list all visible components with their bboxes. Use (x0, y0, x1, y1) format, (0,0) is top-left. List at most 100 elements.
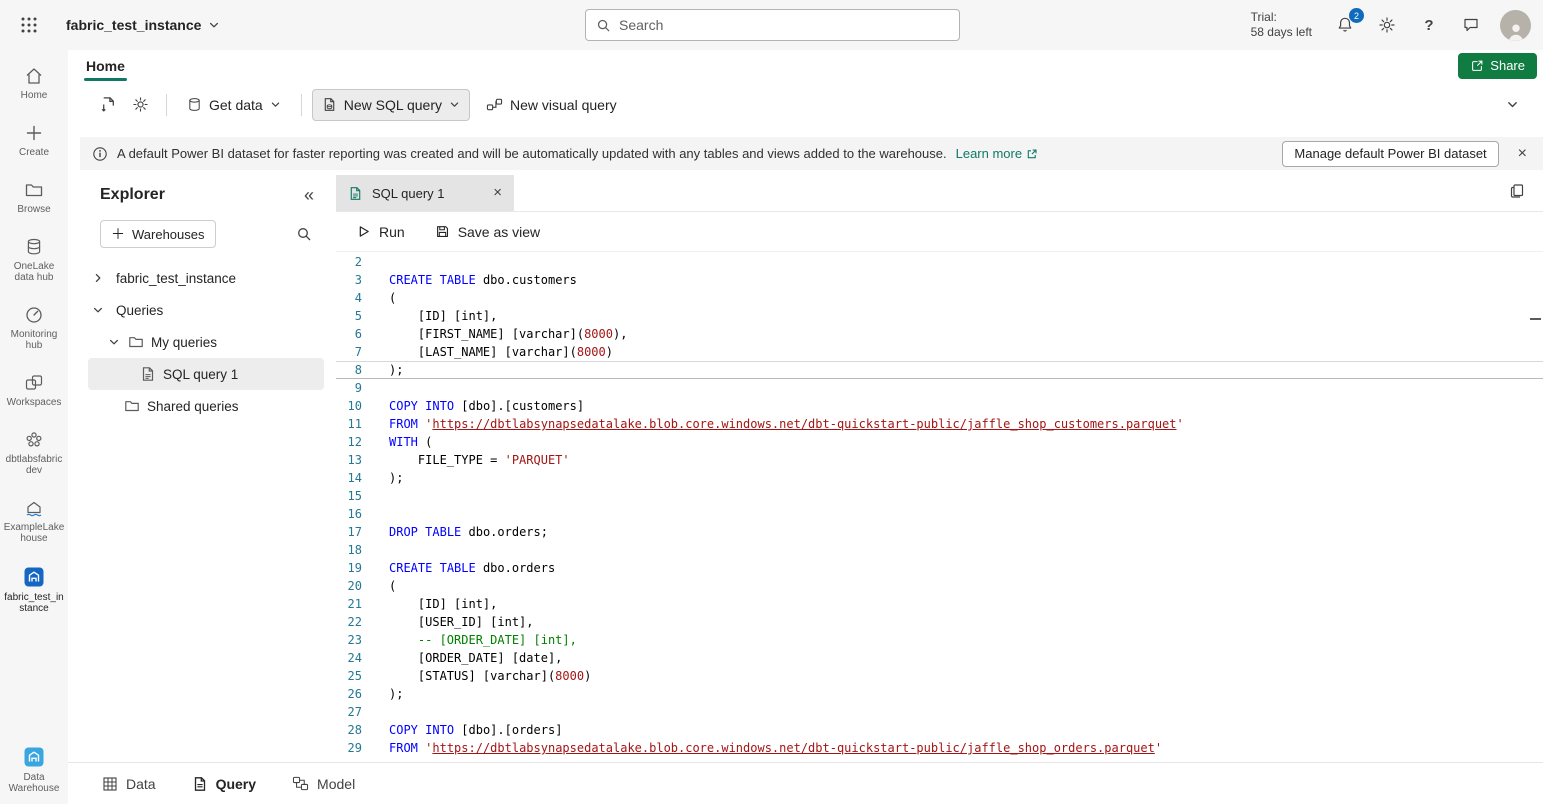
refresh-button[interactable] (92, 89, 124, 121)
code-line-25[interactable]: 25 [STATUS] [varchar](8000) (336, 667, 1543, 685)
save-as-view-button[interactable]: Save as view (435, 224, 540, 240)
notifications-button[interactable]: 2 (1332, 12, 1358, 38)
code-line-6[interactable]: 6 [FIRST_NAME] [varchar](8000), (336, 325, 1543, 343)
code-line-4[interactable]: 4( (336, 289, 1543, 307)
code-lines: 23CREATE TABLE dbo.customers4(5 [ID] [in… (336, 253, 1543, 757)
editor-tab-bar: SQL query 1 × (336, 170, 1543, 212)
nav-label: Create (19, 147, 49, 158)
code-line-20[interactable]: 20( (336, 577, 1543, 595)
save-as-view-label: Save as view (458, 224, 540, 240)
code-line-23[interactable]: 23 -- [ORDER_DATE] [int], (336, 631, 1543, 649)
code-line-16[interactable]: 16 (336, 505, 1543, 523)
notification-badge: 2 (1349, 8, 1364, 23)
code-line-5[interactable]: 5 [ID] [int], (336, 307, 1543, 325)
sql-file-icon (140, 366, 156, 382)
sql-file-icon (322, 97, 337, 112)
code-line-11[interactable]: 11FROM 'https://dbtlabsynapsedatalake.bl… (336, 415, 1543, 433)
nav-item-dbtlabsfabricdev[interactable]: dbtlabsfabricdev (0, 422, 68, 484)
code-line-21[interactable]: 21 [ID] [int], (336, 595, 1543, 613)
view-model-button[interactable]: Model (292, 776, 355, 792)
code-text: WITH ( (362, 433, 432, 451)
nav-item-browse[interactable]: Browse (0, 172, 68, 223)
new-visual-query-button[interactable]: New visual query (476, 89, 627, 121)
code-line-7[interactable]: 7 [LAST_NAME] [varchar](8000) (336, 343, 1543, 361)
manage-dataset-button[interactable]: Manage default Power BI dataset (1282, 141, 1498, 167)
explorer-search-icon[interactable] (296, 226, 312, 242)
share-button[interactable]: Share (1458, 53, 1537, 79)
code-line-15[interactable]: 15 (336, 487, 1543, 505)
app-launcher-button[interactable] (14, 10, 44, 40)
tab-sql-query-1[interactable]: SQL query 1 × (336, 175, 514, 211)
collapse-explorer-icon[interactable]: « (304, 185, 314, 206)
view-label: Model (317, 776, 355, 792)
tree-item-sql-query-1[interactable]: SQL query 1 (88, 358, 324, 390)
code-line-14[interactable]: 14); (336, 469, 1543, 487)
copy-button[interactable] (1505, 179, 1529, 203)
nav-item-monitoring-hub[interactable]: Monitoring hub (0, 297, 68, 359)
search-input[interactable] (619, 17, 949, 33)
get-data-button[interactable]: Get data (177, 89, 291, 121)
nav-item-data-warehouse[interactable]: Data Warehouse (0, 738, 68, 802)
app-window: fabric_test_instance Trial: 58 days left… (0, 0, 1543, 804)
add-warehouses-button[interactable]: ＋ Warehouses (100, 220, 216, 248)
tree-item-queries[interactable]: Queries (68, 294, 336, 326)
folder-icon (128, 334, 144, 350)
code-text: [LAST_NAME] [varchar](8000) (362, 343, 613, 361)
explorer-tree: fabric_test_instance Queries My queries … (68, 262, 336, 422)
code-line-24[interactable]: 24 [ORDER_DATE] [date], (336, 649, 1543, 667)
view-data-button[interactable]: Data (102, 776, 156, 792)
new-visual-query-label: New visual query (510, 97, 617, 113)
code-line-18[interactable]: 18 (336, 541, 1543, 559)
nav-item-fabric-test-instance[interactable]: fabric_test_instance (0, 558, 68, 622)
learn-more-link[interactable]: Learn more (956, 146, 1038, 161)
help-button[interactable]: ? (1416, 12, 1442, 38)
tree-item-my-queries[interactable]: My queries (68, 326, 336, 358)
feedback-button[interactable] (1458, 12, 1484, 38)
code-line-28[interactable]: 28COPY INTO [dbo].[orders] (336, 721, 1543, 739)
tab-close-icon[interactable]: × (493, 186, 502, 200)
code-text: FROM 'https://dbtlabsynapsedatalake.blob… (362, 415, 1184, 433)
nav-item-home[interactable]: Home (0, 58, 68, 109)
nav-item-onelake-data-hub[interactable]: OneLake data hub (0, 229, 68, 291)
toolbar-divider (166, 94, 167, 116)
view-query-button[interactable]: Query (192, 776, 256, 792)
code-line-26[interactable]: 26); (336, 685, 1543, 703)
workspace-title-button[interactable]: fabric_test_instance (66, 17, 220, 33)
code-line-3[interactable]: 3CREATE TABLE dbo.customers (336, 271, 1543, 289)
ribbon-collapse-button[interactable] (1499, 91, 1525, 117)
code-line-27[interactable]: 27 (336, 703, 1543, 721)
share-button-label: Share (1490, 58, 1525, 73)
refresh-doc-icon (100, 96, 117, 113)
line-number: 19 (336, 559, 362, 577)
tree-item-warehouse[interactable]: fabric_test_instance (68, 262, 336, 294)
code-text: [ID] [int], (362, 595, 497, 613)
new-sql-query-button[interactable]: New SQL query (312, 89, 470, 121)
nav-item-create[interactable]: Create (0, 115, 68, 166)
folder-icon (124, 398, 140, 414)
nav-item-examplelakehouse[interactable]: ExampleLakehouse (0, 490, 68, 552)
sql-code-editor[interactable]: 23CREATE TABLE dbo.customers4(5 [ID] [in… (336, 252, 1543, 762)
code-line-17[interactable]: 17DROP TABLE dbo.orders; (336, 523, 1543, 541)
nav-label: dbtlabsfabricdev (3, 454, 65, 476)
run-button[interactable]: Run (356, 224, 405, 240)
code-line-9[interactable]: 9 (336, 379, 1543, 397)
code-line-12[interactable]: 12WITH ( (336, 433, 1543, 451)
code-line-13[interactable]: 13 FILE_TYPE = 'PARQUET' (336, 451, 1543, 469)
tab-home[interactable]: Home (83, 54, 128, 78)
query-settings-button[interactable] (124, 89, 156, 121)
settings-button[interactable] (1374, 12, 1400, 38)
plus-icon: ＋ (111, 227, 125, 241)
banner-close-icon[interactable]: × (1518, 146, 1527, 162)
nav-item-workspaces[interactable]: Workspaces (0, 365, 68, 416)
code-line-22[interactable]: 22 [USER_ID] [int], (336, 613, 1543, 631)
search-box[interactable] (585, 9, 960, 41)
tree-item-shared-queries[interactable]: Shared queries (68, 390, 336, 422)
account-avatar[interactable] (1500, 10, 1531, 41)
code-line-19[interactable]: 19CREATE TABLE dbo.orders (336, 559, 1543, 577)
code-line-2[interactable]: 2 (336, 253, 1543, 271)
code-line-8[interactable]: 8); (336, 361, 1543, 379)
tree-item-label: Shared queries (147, 399, 239, 414)
code-line-29[interactable]: 29FROM 'https://dbtlabsynapsedatalake.bl… (336, 739, 1543, 757)
code-line-10[interactable]: 10COPY INTO [dbo].[customers] (336, 397, 1543, 415)
view-switcher-bar: Data Query Model (68, 762, 1543, 804)
